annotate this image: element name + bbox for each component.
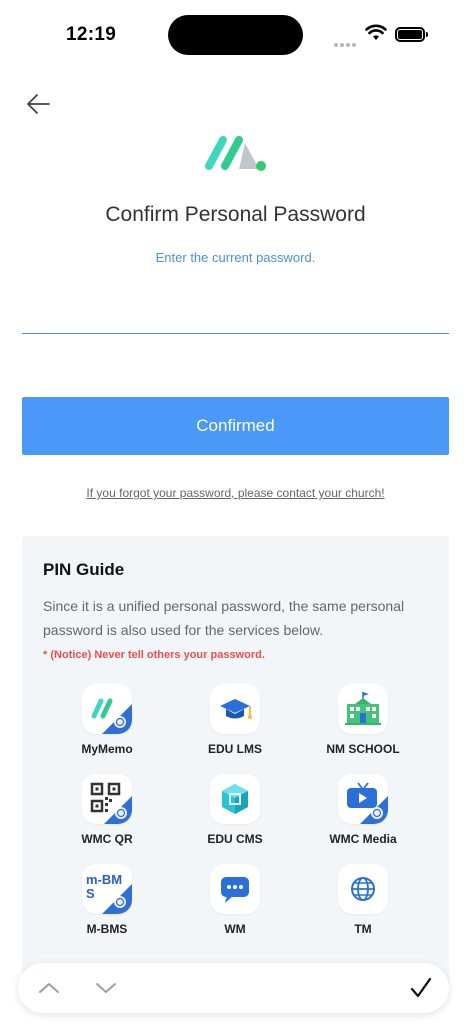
service-label: M-BMS [86, 922, 128, 936]
dynamic-island [168, 15, 303, 55]
service-label: EDU LMS [208, 742, 262, 756]
signal-icon [334, 34, 360, 47]
m-bms-icon-text: m-BMS [86, 872, 123, 901]
service-wmc-qr[interactable]: WMC QR [43, 774, 171, 852]
m-bms-icon: m-BMS [82, 864, 132, 914]
page-subtitle: Enter the current password. [155, 250, 316, 265]
qr-code-icon [82, 774, 132, 824]
service-nm-school[interactable]: NM SCHOOL [299, 684, 427, 762]
service-label: TM [354, 922, 372, 936]
service-tm[interactable]: TM [299, 864, 427, 942]
service-wmc-media[interactable]: WMC Media [299, 774, 427, 852]
service-label: MyMemo [81, 742, 133, 756]
password-input[interactable] [22, 296, 449, 334]
back-arrow-icon[interactable] [24, 90, 52, 118]
pin-guide-card: PIN Guide Since it is a unified personal… [22, 536, 449, 996]
service-edu-cms[interactable]: EDU CMS [171, 774, 299, 852]
service-edu-lms[interactable]: EDU LMS [171, 684, 299, 762]
forgot-password-link[interactable]: If you forgot your password, please cont… [0, 486, 471, 500]
app-logo [205, 136, 266, 171]
checkmark-icon[interactable] [408, 975, 434, 1001]
chat-bubble-icon [210, 864, 260, 914]
status-time: 12:19 [66, 24, 117, 45]
cube-icon [210, 774, 260, 824]
pin-guide-title: PIN Guide [43, 560, 125, 579]
keyboard-accessory-bar [18, 963, 449, 1013]
graduation-cap-icon [210, 684, 260, 734]
wifi-icon [365, 24, 387, 40]
service-mymemo[interactable]: MyMemo [43, 684, 171, 762]
service-label: WMC Media [329, 832, 397, 846]
service-label: EDU CMS [207, 832, 263, 846]
service-label: NM SCHOOL [326, 742, 400, 756]
service-grid: MyMemo EDU LMS NM SCHOOL WMC QR EDU CMS … [22, 684, 449, 942]
mymemo-icon [82, 684, 132, 734]
service-label: WM [224, 922, 246, 936]
pin-guide-description: Since it is a unified personal password,… [43, 598, 405, 638]
pin-guide-notice: * (Notice) Never tell others your passwo… [43, 649, 265, 661]
service-wm[interactable]: WM [171, 864, 299, 942]
chevron-up-icon[interactable] [36, 975, 62, 1001]
battery-icon [395, 27, 428, 42]
page-title: Confirm Personal Password [105, 203, 366, 226]
status-bar: 12:19 [0, 0, 471, 70]
service-label: WMC QR [81, 832, 133, 846]
service-m-bms[interactable]: m-BMS M-BMS [43, 864, 171, 942]
globe-icon [338, 864, 388, 914]
confirm-button[interactable]: Confirmed [22, 397, 449, 455]
school-building-icon [338, 684, 388, 734]
chevron-down-icon[interactable] [93, 975, 119, 1001]
media-tv-icon [338, 774, 388, 824]
